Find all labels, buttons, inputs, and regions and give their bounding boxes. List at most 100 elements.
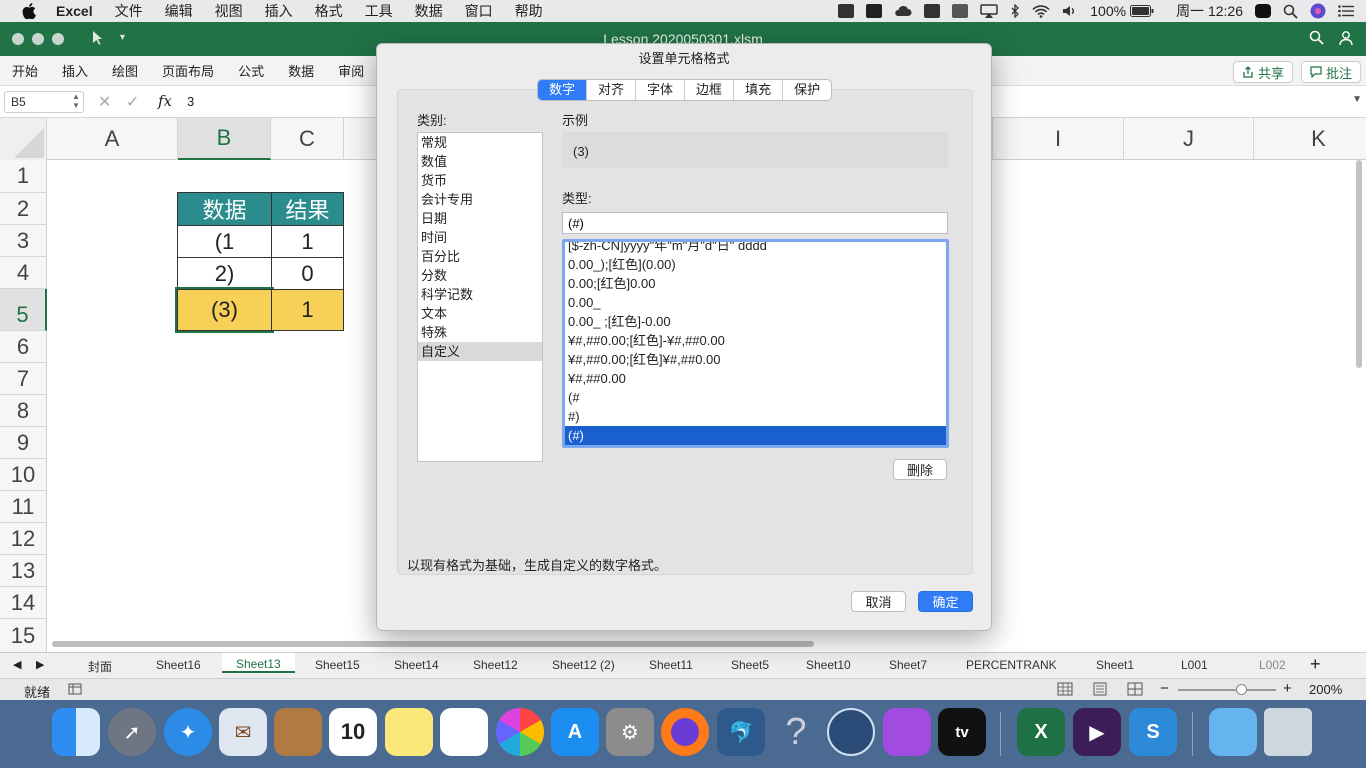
ok-button[interactable]: 确定 xyxy=(918,591,973,612)
finder-icon[interactable] xyxy=(52,708,100,756)
row-header-8[interactable]: 8 xyxy=(0,395,47,427)
row-header-9[interactable]: 9 xyxy=(0,427,47,459)
bluetooth-icon[interactable] xyxy=(1010,4,1020,18)
tab-home[interactable]: 开始 xyxy=(12,61,38,80)
search-icon[interactable] xyxy=(1309,30,1324,48)
menu-window[interactable]: 窗口 xyxy=(465,1,493,21)
row-header-4[interactable]: 4 xyxy=(0,257,47,289)
contacts-icon[interactable] xyxy=(274,708,322,756)
format-code-item[interactable]: 0.00_ ;[红色]-0.00 xyxy=(565,312,946,331)
siri-icon[interactable] xyxy=(1310,3,1326,19)
add-sheet-icon[interactable]: + xyxy=(1310,654,1321,675)
previous-sheet-icon[interactable]: ◀ xyxy=(13,658,21,671)
tab-font[interactable]: 字体 xyxy=(636,80,686,100)
category-list[interactable]: 常规 数值 货币 会计专用 日期 时间 百分比 分数 科学记数 文本 特殊 自定… xyxy=(417,132,543,462)
row-header-11[interactable]: 11 xyxy=(0,491,47,523)
sheet-tab[interactable]: Sheet16 xyxy=(156,658,201,672)
row-header-6[interactable]: 6 xyxy=(0,331,47,363)
format-code-item[interactable]: [$-zh-CN]yyyy"年"m"月"d"日" dddd xyxy=(565,242,946,255)
row-header-14[interactable]: 14 xyxy=(0,587,47,619)
tab-alignment[interactable]: 对齐 xyxy=(587,80,637,100)
format-code-item-selected[interactable]: (#) xyxy=(565,426,946,445)
tab-number[interactable]: 数字 xyxy=(538,80,588,100)
status-app-icon[interactable] xyxy=(838,4,855,18)
mail-eagle-icon[interactable]: ✉ xyxy=(219,708,267,756)
sheet-tab[interactable]: L001 xyxy=(1181,658,1208,672)
unknown-app-question-icon[interactable]: ? xyxy=(772,708,820,756)
cloud-icon[interactable] xyxy=(894,5,912,17)
apple-tv-icon[interactable]: tv xyxy=(938,708,986,756)
volume-icon[interactable] xyxy=(1062,4,1078,18)
cell-c4[interactable]: 0 xyxy=(271,257,344,290)
insert-function-icon[interactable]: fx xyxy=(158,92,172,110)
safari-icon[interactable]: ✦ xyxy=(164,708,212,756)
sheet-tab[interactable]: Sheet7 xyxy=(889,658,927,672)
column-header-i[interactable]: I xyxy=(992,118,1124,160)
column-header-d[interactable] xyxy=(344,118,376,160)
zoom-in-icon[interactable]: + xyxy=(1283,680,1292,697)
row-header-7[interactable]: 7 xyxy=(0,363,47,395)
format-code-item[interactable]: 0.00_);[红色](0.00) xyxy=(565,255,946,274)
sheet-tab[interactable]: 封面 xyxy=(88,658,112,675)
category-item[interactable]: 分数 xyxy=(418,266,542,285)
page-break-view-icon[interactable] xyxy=(1127,682,1143,699)
tab-review[interactable]: 审阅 xyxy=(338,61,364,80)
tab-insert[interactable]: 插入 xyxy=(62,61,88,80)
tab-formulas[interactable]: 公式 xyxy=(238,61,264,80)
row-header-13[interactable]: 13 xyxy=(0,555,47,587)
tab-page-layout[interactable]: 页面布局 xyxy=(162,61,214,80)
page-layout-view-icon[interactable] xyxy=(1092,682,1108,699)
menu-help[interactable]: 帮助 xyxy=(515,1,543,21)
cell-b2[interactable]: 数据 xyxy=(177,192,272,226)
row-header-1[interactable]: 1 xyxy=(0,160,47,193)
tab-draw[interactable]: 绘图 xyxy=(112,61,138,80)
menu-insert[interactable]: 插入 xyxy=(265,1,293,21)
category-item[interactable]: 百分比 xyxy=(418,247,542,266)
category-item[interactable]: 货币 xyxy=(418,171,542,190)
column-header-k[interactable]: K xyxy=(1254,118,1366,160)
tab-border[interactable]: 边框 xyxy=(685,80,735,100)
sheet-tab[interactable]: Sheet14 xyxy=(394,658,439,672)
s-app-icon[interactable] xyxy=(866,4,883,18)
select-all-corner[interactable] xyxy=(0,118,47,160)
folder-icon[interactable] xyxy=(1209,708,1257,756)
cell-b3[interactable]: (1 xyxy=(177,225,272,258)
sheet-tab[interactable]: Sheet12 (2) xyxy=(552,658,615,672)
calendar-icon[interactable]: 10 xyxy=(329,708,377,756)
comments-button[interactable]: 批注 xyxy=(1301,61,1362,83)
next-sheet-icon[interactable]: ▶ xyxy=(36,658,44,671)
wifi-icon[interactable] xyxy=(1032,4,1050,18)
name-box-stepper-icon[interactable]: ▲ ▼ xyxy=(72,92,80,110)
column-header-j[interactable]: J xyxy=(1124,118,1254,160)
s-menu-icon[interactable] xyxy=(1255,4,1271,18)
launchpad-icon[interactable]: ➚ xyxy=(108,708,156,756)
airplay-icon[interactable] xyxy=(980,4,998,18)
formula-value[interactable]: 3 xyxy=(187,94,194,109)
sheet-tab[interactable]: Sheet10 xyxy=(806,658,851,672)
category-item[interactable]: 常规 xyxy=(418,133,542,152)
notes-icon[interactable] xyxy=(385,708,433,756)
category-item[interactable]: 日期 xyxy=(418,209,542,228)
system-preferences-icon[interactable]: ⚙ xyxy=(606,708,654,756)
format-code-item[interactable]: ¥#,##0.00;[红色]-¥#,##0.00 xyxy=(565,331,946,350)
menu-app-name[interactable]: Excel xyxy=(56,3,93,19)
app-store-icon[interactable]: A xyxy=(551,708,599,756)
category-item[interactable]: 科学记数 xyxy=(418,285,542,304)
excel-icon[interactable]: X xyxy=(1017,708,1065,756)
video-editor-icon[interactable]: ▶ xyxy=(1073,708,1121,756)
firefox-icon[interactable] xyxy=(661,708,709,756)
sheet-tab[interactable]: L002 xyxy=(1259,658,1286,672)
time-machine-icon[interactable] xyxy=(827,708,875,756)
mysql-workbench-icon[interactable]: 🐬 xyxy=(717,708,765,756)
menu-view[interactable]: 视图 xyxy=(215,1,243,21)
format-code-item[interactable]: ¥#,##0.00 xyxy=(565,369,946,388)
category-item[interactable]: 特殊 xyxy=(418,323,542,342)
menu-file[interactable]: 文件 xyxy=(115,1,143,21)
row-header-12[interactable]: 12 xyxy=(0,523,47,555)
format-code-item[interactable]: (# xyxy=(565,388,946,407)
format-code-list[interactable]: [$-zh-CN]yyyy"年"m"月"d"日" dddd 0.00_);[红色… xyxy=(562,239,949,448)
battery-icon[interactable] xyxy=(1130,5,1154,17)
confirm-entry-icon[interactable]: ✓ xyxy=(126,92,139,112)
row-header-15[interactable]: 15 xyxy=(0,619,47,652)
menu-format[interactable]: 格式 xyxy=(315,1,343,21)
